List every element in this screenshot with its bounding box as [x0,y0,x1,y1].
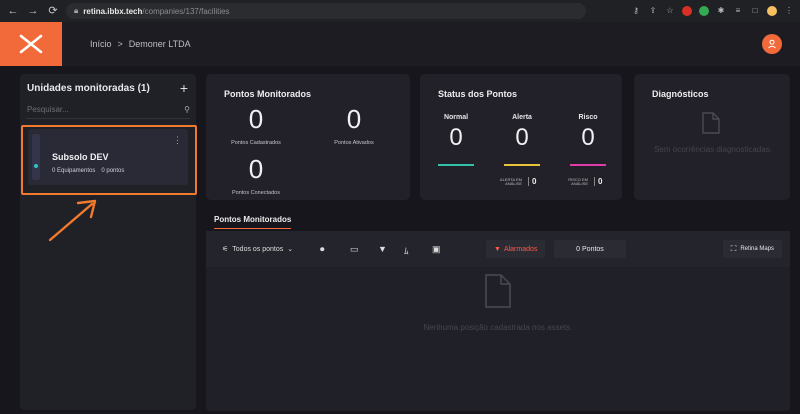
wifi-icon[interactable]: ▼ [378,244,387,254]
filter-dropdown[interactable]: ⚟ Todos os pontos ⌄ [222,245,294,254]
alarmed-filter-button[interactable]: ▼ Alarmados [486,240,546,258]
registered-points-label: Pontos Cadastrados [231,140,281,146]
puzzle-icon[interactable]: ✱ [716,6,726,16]
risk-analysis-label: RISCO EM ANÁLISE [568,177,588,186]
browser-toolbar: ← → ⟳ 🔒︎ retina.ibbx.tech/companies/137/… [0,0,800,22]
tab-underline [214,228,291,229]
url-path: /companies/137/facilities [142,6,230,16]
card-title: Diagnósticos [652,89,709,99]
user-menu-button[interactable] [762,34,782,54]
filter-label: Todos os pontos [232,245,284,253]
card-title: Status dos Pontos [438,89,518,99]
breadcrumb-company[interactable]: Demoner LTDA [129,39,191,49]
monitored-points-card: Pontos Monitorados 0 Pontos Cadastrados … [206,74,410,200]
annotation-arrow-icon [48,199,97,242]
highlight-box [21,125,197,195]
empty-document-icon [485,274,511,308]
points-toolbar: ⚟ Todos os pontos ⌄ ⏺ ▭ ▼ ﾑ ▣ ▼ Alarmado… [206,231,790,267]
app-logo[interactable] [0,22,62,66]
normal-label: Normal [443,114,469,121]
alert-indicator [504,164,540,166]
risk-value: 0 [581,124,595,151]
extension-icon[interactable] [699,6,709,16]
connected-points-label: Pontos Conectados [231,190,280,196]
retina-maps-button[interactable]: ⛶ Retina Maps [722,240,782,258]
diagnostics-card: Diagnósticos Sem ocorrências diagnostica… [634,74,790,200]
breadcrumb-separator: > [117,39,123,49]
registered-points-value: 0 [248,104,264,134]
more-icon[interactable]: ⋮ [784,6,794,16]
search-input[interactable]: Pesquisar... ⚲ [26,105,190,119]
battery-icon[interactable]: ▭ [350,244,359,255]
document-icon [702,112,720,134]
empty-points-text: Nenhuma posição cadastrada nos assets. [423,323,573,332]
user-icon [768,39,776,49]
breadcrumb-home[interactable]: Início [90,39,112,49]
add-unit-button[interactable]: + [180,80,188,96]
back-icon[interactable]: ← [6,4,20,18]
points-count-button[interactable]: 0 Pontos [554,240,626,258]
toggle-icon[interactable]: ⏺ [320,244,325,255]
list-icon[interactable]: ≡ [733,6,743,16]
alert-analysis-label: ALERTA EM ANÁLISE [499,177,522,186]
normal-value: 0 [449,124,463,151]
app-header: Início > Demoner LTDA [0,22,800,66]
points-status-card: Status dos Pontos Normal 0 Alerta 0 Risc… [420,74,622,200]
key-icon[interactable]: ⚷ [631,6,641,16]
search-placeholder: Pesquisar... [27,105,69,114]
risk-analysis-value: 0 [594,177,602,186]
risk-indicator [570,164,606,166]
map-icon: ⛶ [730,244,737,253]
alert-analysis-value: 0 [528,177,536,186]
retina-maps-label: Retina Maps [740,246,774,252]
connected-points-value: 0 [248,154,264,184]
star-icon[interactable]: ☆ [665,6,675,16]
risk-label: Risco [578,114,598,121]
alert-value: 0 [515,124,529,151]
normal-indicator [438,164,474,166]
diagnostics-empty-text: Sem ocorrências diagnosticadas. [654,145,772,154]
monitored-points-panel: ⚟ Todos os pontos ⌄ ⏺ ▭ ▼ ﾑ ▣ ▼ Alarmado… [206,231,790,411]
search-icon[interactable]: ⚲ [184,105,190,114]
alarmed-label: Alarmados [503,245,538,253]
profile-icon[interactable] [767,6,777,16]
panel-title: Unidades monitoradas (1) [27,83,150,94]
window-icon[interactable]: □ [750,6,760,16]
filter-icon: ⚟ [222,246,229,253]
share-icon[interactable]: ⇪ [648,6,658,16]
forward-icon[interactable]: → [26,4,40,18]
url-host: retina.ibbx.tech [83,6,143,16]
filter-icon: ▼ [494,245,501,253]
active-points-label: Pontos Ativados [334,140,374,146]
chevron-down-icon: ⌄ [287,246,294,253]
chart-icon[interactable]: ﾑ [404,244,409,257]
extension-icon[interactable] [682,6,692,16]
address-bar[interactable]: 🔒︎ retina.ibbx.tech/companies/137/facili… [66,3,586,19]
tab-monitored-points[interactable]: Pontos Monitorados [214,215,291,224]
card-title: Pontos Monitorados [224,89,311,99]
lock-icon: 🔒︎ [74,6,79,15]
calendar-icon[interactable]: ▣ [432,244,441,255]
logo-x-icon [19,34,43,54]
active-points-value: 0 [346,104,362,134]
alert-label: Alerta [512,114,532,121]
breadcrumb: Início > Demoner LTDA [90,39,191,49]
reload-icon[interactable]: ⟳ [46,4,60,18]
